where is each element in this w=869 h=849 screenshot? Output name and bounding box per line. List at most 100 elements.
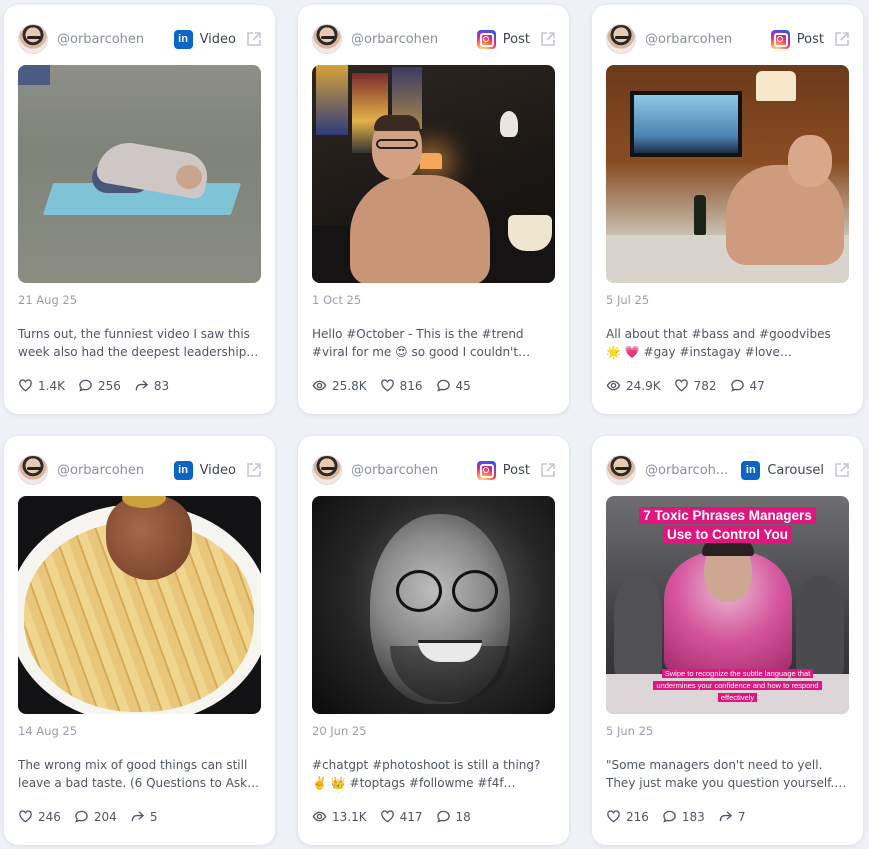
post-date: 5 Jul 25 — [606, 293, 650, 307]
post-date: 14 Aug 25 — [18, 724, 78, 738]
post-date: 1 Oct 25 — [312, 293, 362, 307]
likes-stat: 1.4K — [18, 378, 65, 393]
comments-stat: 183 — [662, 809, 705, 824]
carousel-title-line-2: Use to Control You — [663, 526, 792, 543]
carousel-subtitle-line-2: undermines your confidence and how to re… — [653, 681, 822, 690]
heart-icon — [19, 810, 32, 823]
avatar — [18, 24, 48, 54]
comments-stat: 256 — [78, 378, 121, 393]
carousel-subtitle: Swipe to recognize the subtle language t… — [636, 668, 839, 704]
post-type: Post — [796, 31, 824, 47]
platform-label: in Carousel — [741, 460, 824, 480]
card-header: @orbarcohen Post — [312, 19, 557, 59]
post-thumbnail[interactable] — [312, 65, 555, 283]
external-link-icon[interactable] — [833, 461, 851, 479]
card-header: @orbarcoh... in Carousel — [606, 450, 851, 490]
post-caption: Hello #October - This is the #trend #vir… — [312, 327, 524, 359]
linkedin-icon: in — [173, 460, 193, 480]
stat-value: 782 — [693, 378, 717, 393]
post-type: Video — [199, 31, 236, 47]
comment-icon — [730, 379, 744, 392]
comments-stat: 47 — [730, 378, 765, 393]
share-icon — [131, 811, 144, 822]
post-caption: #chatgpt #photoshoot is still a thing? ✌… — [312, 758, 541, 790]
heart-icon — [607, 810, 620, 823]
post-stats: 13.1K 417 18 — [312, 809, 484, 824]
stat-value: 83 — [153, 378, 170, 393]
card-header: @orbarcohen Post — [312, 450, 557, 490]
avatar — [606, 455, 636, 485]
comments-stat: 45 — [436, 378, 471, 393]
external-link-icon[interactable] — [245, 30, 263, 48]
linkedin-icon: in — [173, 29, 193, 49]
stat-value: 216 — [626, 809, 649, 824]
account-handle: @orbarcohen — [645, 31, 733, 47]
post-card[interactable]: @orbarcohen in Video 21 Aug 25 Turns out… — [4, 5, 275, 414]
eye-icon — [312, 811, 327, 822]
account-handle: @orbarcohen — [57, 31, 145, 47]
comment-icon — [79, 379, 92, 392]
account-handle: @orbarcoh... — [645, 462, 729, 478]
heart-icon — [674, 379, 688, 392]
views-stat: 13.1K — [312, 809, 367, 824]
external-link-icon[interactable] — [539, 30, 557, 48]
stat-value: 13.1K — [332, 809, 367, 824]
stat-value: 25.8K — [332, 378, 367, 393]
external-link-icon[interactable] — [833, 30, 851, 48]
post-thumbnail[interactable]: 7 Toxic Phrases Managers Use to Control … — [606, 496, 849, 714]
eye-icon — [312, 380, 327, 391]
likes-stat: 816 — [380, 378, 423, 393]
account-handle: @orbarcohen — [57, 462, 145, 478]
carousel-subtitle-line-1: Swipe to recognize the subtle language t… — [661, 669, 814, 678]
platform-label: Post — [770, 29, 824, 49]
external-link-icon[interactable] — [245, 461, 263, 479]
stat-value: 204 — [93, 809, 117, 824]
likes-stat: 417 — [380, 809, 423, 824]
instagram-icon — [476, 460, 496, 480]
shares-stat: 5 — [130, 809, 157, 824]
share-icon — [719, 811, 732, 822]
post-card[interactable]: @orbarcohen Post 5 Jul 25 All about that… — [592, 5, 863, 414]
comments-stat: 204 — [74, 809, 117, 824]
post-type: Post — [502, 31, 530, 47]
stat-value: 7 — [737, 809, 746, 824]
stat-value: 45 — [455, 378, 471, 393]
post-stats: 216 183 7 — [606, 809, 758, 824]
stat-value: 256 — [97, 378, 121, 393]
external-link-icon[interactable] — [539, 461, 557, 479]
post-date: 5 Jun 25 — [606, 724, 654, 738]
stat-value: 18 — [455, 809, 471, 824]
card-header: @orbarcohen Post — [606, 19, 851, 59]
stat-value: 417 — [399, 809, 423, 824]
posts-grid: @orbarcohen in Video 21 Aug 25 Turns out… — [0, 0, 869, 849]
post-date: 21 Aug 25 — [18, 293, 78, 307]
post-type: Carousel — [767, 462, 824, 478]
avatar — [18, 455, 48, 485]
heart-icon — [380, 379, 394, 392]
post-date: 20 Jun 25 — [312, 724, 367, 738]
post-stats: 25.8K 816 45 — [312, 378, 484, 393]
stat-value: 246 — [38, 809, 61, 824]
stat-value: 183 — [681, 809, 705, 824]
post-thumbnail[interactable] — [312, 496, 555, 714]
post-card[interactable]: @orbarcohen Post 1 Oct 25 Hello #October… — [298, 5, 569, 414]
comments-stat: 18 — [436, 809, 471, 824]
views-stat: 25.8K — [312, 378, 367, 393]
post-card[interactable]: @orbarcohen in Video 14 Aug 25 The wrong… — [4, 436, 275, 845]
heart-icon — [19, 379, 32, 392]
linkedin-icon: in — [741, 460, 761, 480]
carousel-subtitle-line-3: effectively — [717, 693, 758, 702]
post-card[interactable]: @orbarcohen Post 20 Jun 25 #chatgpt #pho… — [298, 436, 569, 845]
post-stats: 24.9K 782 47 — [606, 378, 778, 393]
instagram-icon — [476, 29, 496, 49]
shares-stat: 7 — [718, 809, 746, 824]
post-thumbnail[interactable] — [18, 496, 261, 714]
post-thumbnail[interactable] — [606, 65, 849, 283]
stat-value: 1.4K — [38, 378, 65, 393]
avatar — [312, 455, 342, 485]
post-card[interactable]: @orbarcoh... in Carousel 7 Toxic Phrases… — [592, 436, 863, 845]
comment-icon — [663, 810, 676, 823]
post-caption: The wrong mix of good things can still l… — [18, 758, 260, 790]
post-stats: 1.4K 256 83 — [18, 378, 182, 393]
post-thumbnail[interactable] — [18, 65, 261, 283]
